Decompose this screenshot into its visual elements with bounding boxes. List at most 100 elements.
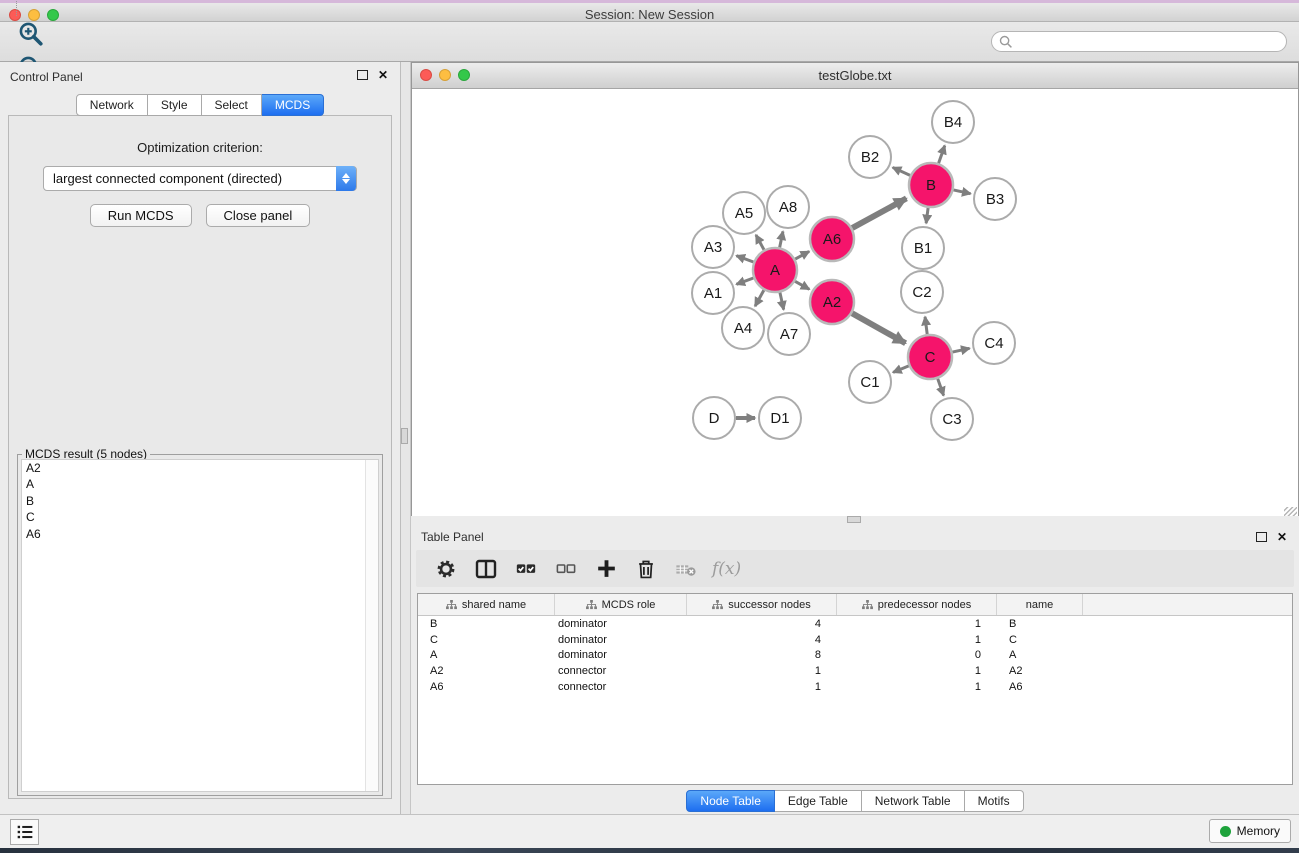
float-panel-icon[interactable] xyxy=(357,70,368,80)
graph-node-A4[interactable]: A4 xyxy=(722,307,764,349)
table-row[interactable]: A6connector11A6 xyxy=(418,679,1292,695)
edge-C-C4[interactable] xyxy=(952,348,969,352)
float-table-panel-icon[interactable] xyxy=(1256,532,1267,542)
edge-A-A1[interactable] xyxy=(736,278,753,284)
graph-node-D[interactable]: D xyxy=(693,397,735,439)
horizontal-splitter-grip[interactable] xyxy=(847,516,861,523)
panel-splitter[interactable] xyxy=(400,62,411,815)
result-item[interactable]: B xyxy=(22,493,378,509)
column-layout-icon[interactable] xyxy=(468,554,504,584)
tab-mcds[interactable]: MCDS xyxy=(262,94,324,116)
graph-node-A3[interactable]: A3 xyxy=(692,226,734,268)
horizontal-splitter[interactable] xyxy=(411,516,1299,524)
graph-node-A6[interactable]: A6 xyxy=(810,217,854,261)
column-header-successor-nodes[interactable]: successor nodes xyxy=(687,594,837,615)
select-all-icon[interactable] xyxy=(508,554,544,584)
table-toolbar: f(x) xyxy=(416,550,1294,587)
edge-A-A6[interactable] xyxy=(795,251,809,259)
table-row[interactable]: A2connector11A2 xyxy=(418,663,1292,679)
graph-node-A8[interactable]: A8 xyxy=(767,186,809,228)
table-row[interactable]: Bdominator41B xyxy=(418,616,1292,632)
tab-style[interactable]: Style xyxy=(148,94,202,116)
edge-A-A8[interactable] xyxy=(780,231,783,247)
result-item[interactable]: A2 xyxy=(22,460,378,476)
graph-node-D1[interactable]: D1 xyxy=(759,397,801,439)
graph-node-B3[interactable]: B3 xyxy=(974,178,1016,220)
splitter-grip[interactable] xyxy=(401,428,408,444)
network-canvas[interactable]: B4 B2 B B3 A8 A5 A6 A3 B1 A A1 C2 A2 A4A7 C4 C C1 C3 D D1 xyxy=(412,89,1298,521)
task-history-button[interactable] xyxy=(10,819,39,845)
tab-node-table[interactable]: Node Table xyxy=(686,790,775,812)
column-header-MCDS-role[interactable]: MCDS role xyxy=(555,594,687,615)
optimization-criterion-dropdown[interactable]: largest connected component (directed) xyxy=(43,166,357,191)
memory-button[interactable]: Memory xyxy=(1209,819,1291,843)
result-item[interactable]: A6 xyxy=(22,526,378,542)
edge-A-A4[interactable] xyxy=(755,290,764,306)
svg-text:D: D xyxy=(709,410,720,427)
svg-text:B4: B4 xyxy=(944,114,962,131)
add-column-icon[interactable] xyxy=(588,554,624,584)
graph-node-A1[interactable]: A1 xyxy=(692,272,734,314)
svg-text:A5: A5 xyxy=(735,205,753,222)
tab-motifs[interactable]: Motifs xyxy=(965,790,1024,812)
close-panel-button[interactable]: Close panel xyxy=(206,204,311,227)
close-panel-icon[interactable]: ✕ xyxy=(378,70,388,80)
network-view-titlebar[interactable]: testGlobe.txt xyxy=(412,63,1298,89)
table-row[interactable]: Adominator80A xyxy=(418,648,1292,664)
control-panel: Control Panel ✕ NetworkStyleSelectMCDS O… xyxy=(0,62,400,815)
table-settings-icon[interactable] xyxy=(428,554,464,584)
graph-node-C1[interactable]: C1 xyxy=(849,361,891,403)
svg-text:B3: B3 xyxy=(986,191,1004,208)
result-item[interactable]: A xyxy=(22,476,378,492)
graph-node-B1[interactable]: B1 xyxy=(902,227,944,269)
tab-network-table[interactable]: Network Table xyxy=(862,790,965,812)
result-scrollbar[interactable] xyxy=(365,460,378,791)
column-header-predecessor-nodes[interactable]: predecessor nodes xyxy=(837,594,997,615)
search-icon xyxy=(999,35,1013,49)
deselect-all-icon[interactable] xyxy=(548,554,584,584)
graph-node-B[interactable]: B xyxy=(909,163,953,207)
graph-node-C4[interactable]: C4 xyxy=(973,322,1015,364)
edge-B-B2[interactable] xyxy=(893,167,910,175)
zoom-in-icon[interactable] xyxy=(10,17,52,51)
graph-node-A7[interactable]: A7 xyxy=(768,313,810,355)
edge-B-B1[interactable] xyxy=(926,208,928,223)
column-header-shared-name[interactable]: shared name xyxy=(418,594,555,615)
graph-node-A5[interactable]: A5 xyxy=(723,192,765,234)
graph-node-A[interactable]: A xyxy=(753,248,797,292)
tab-edge-table[interactable]: Edge Table xyxy=(775,790,862,812)
table-cell: 1 xyxy=(837,665,997,677)
edge-C-C3[interactable] xyxy=(938,379,944,396)
edge-A-A3[interactable] xyxy=(736,256,753,262)
tab-select[interactable]: Select xyxy=(202,94,262,116)
delete-column-icon[interactable] xyxy=(628,554,664,584)
result-item[interactable]: C xyxy=(22,509,378,525)
search-input[interactable] xyxy=(991,31,1287,52)
run-mcds-button[interactable]: Run MCDS xyxy=(90,204,192,227)
table-cell: C xyxy=(997,634,1083,646)
graph-node-B4[interactable]: B4 xyxy=(932,101,974,143)
edge-B-B3[interactable] xyxy=(953,190,970,194)
graph-node-A2[interactable]: A2 xyxy=(810,280,854,324)
close-table-panel-icon[interactable]: ✕ xyxy=(1277,532,1287,542)
graph-node-B2[interactable]: B2 xyxy=(849,136,891,178)
column-header-name[interactable]: name xyxy=(997,594,1083,615)
edge-A2-C[interactable] xyxy=(852,313,906,343)
table-cell: 4 xyxy=(687,618,837,630)
tab-network[interactable]: Network xyxy=(76,94,148,116)
svg-text:D1: D1 xyxy=(770,410,789,427)
edge-C-C1[interactable] xyxy=(893,366,909,373)
graph-node-C2[interactable]: C2 xyxy=(901,271,943,313)
edge-A-A7[interactable] xyxy=(780,292,784,309)
network-graph[interactable]: B4 B2 B B3 A8 A5 A6 A3 B1 A A1 C2 A2 A4A7 C4 C C1 C3 D D1 xyxy=(412,89,1299,516)
graph-node-C[interactable]: C xyxy=(908,335,952,379)
mcds-result-list[interactable]: A2ABCA6 xyxy=(21,459,379,792)
graph-node-C3[interactable]: C3 xyxy=(931,398,973,440)
edge-B-B4[interactable] xyxy=(939,146,945,164)
memory-status-icon xyxy=(1220,826,1231,837)
edge-A-A2[interactable] xyxy=(795,281,809,289)
edge-A6-B[interactable] xyxy=(852,198,906,228)
table-row[interactable]: Cdominator41C xyxy=(418,632,1292,648)
edge-C-C2[interactable] xyxy=(925,317,927,334)
edge-A-A5[interactable] xyxy=(756,235,764,250)
